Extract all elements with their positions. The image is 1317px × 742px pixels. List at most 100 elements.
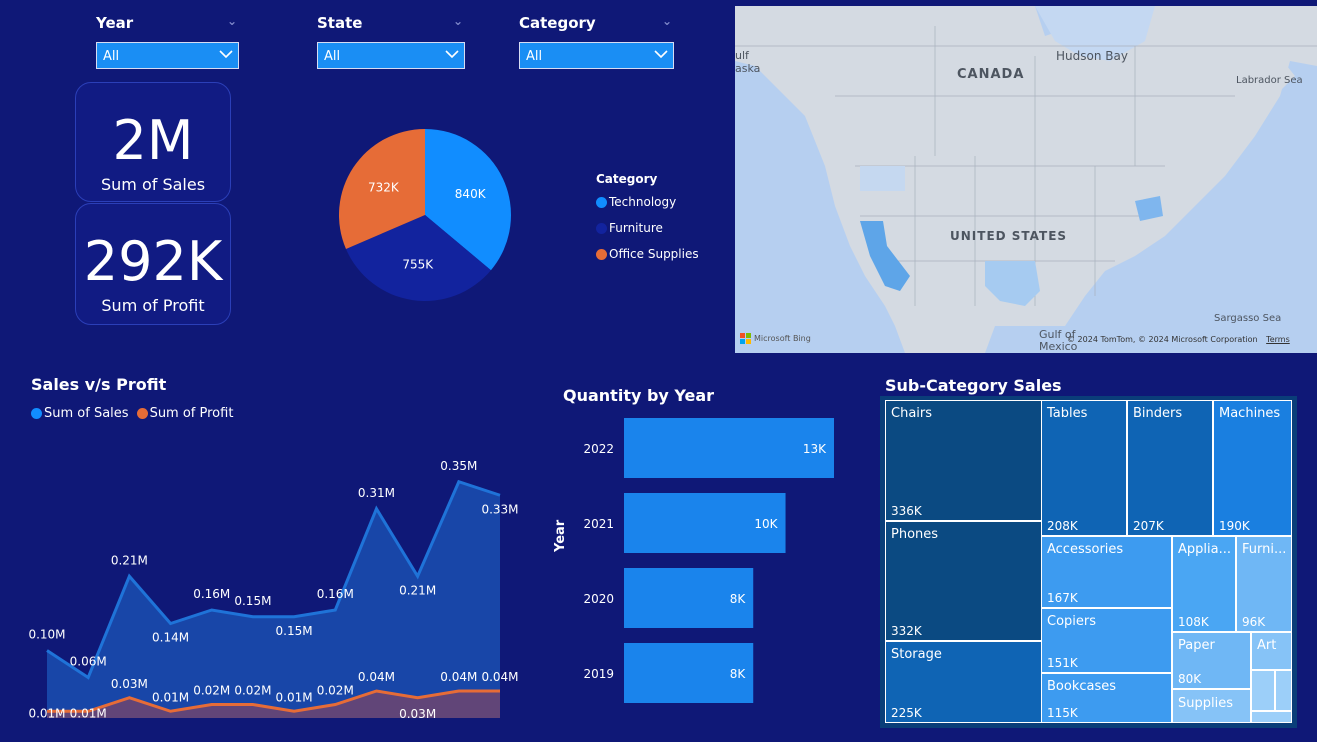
category-legend: Category Technology Furniture Office Sup…	[596, 172, 699, 261]
year-slicer[interactable]: Year ⌄ All	[96, 14, 239, 69]
tile-value: 167K	[1047, 591, 1078, 605]
category-dropdown[interactable]: All	[519, 42, 674, 69]
tile-supplies[interactable]: Supplies	[1172, 689, 1251, 723]
tile-name: Furni...	[1242, 542, 1287, 557]
bar-value-label: 10K	[754, 517, 778, 531]
sales-profit-legend: Sum of Sales Sum of Profit	[31, 406, 233, 421]
bing-logo-icon	[740, 333, 751, 344]
quantity-bar-chart[interactable]: 13K 2022 10K 2021 8K 2020 8K 2019	[580, 410, 870, 710]
tile-binders[interactable]: Binders 207K	[1127, 400, 1213, 536]
sales-data-label: 0.33M	[481, 502, 518, 516]
tile-value: 151K	[1047, 656, 1078, 670]
tile-name: Paper	[1178, 638, 1215, 653]
legend-label: Office Supplies	[609, 247, 699, 261]
profit-data-label: 0.04M	[481, 670, 518, 684]
legend-item-technology[interactable]: Technology	[596, 195, 699, 209]
profit-data-label: 0.02M	[317, 684, 354, 698]
tile-tables[interactable]: Tables 208K	[1041, 400, 1127, 536]
year-dropdown-value: All	[103, 49, 120, 64]
tile-storage[interactable]: Storage 225K	[885, 641, 1042, 723]
sales-data-label: 0.06M	[70, 655, 107, 669]
tile-phones[interactable]: Phones 332K	[885, 521, 1042, 641]
bing-logo: Microsoft Bing	[740, 333, 811, 344]
category-pie-chart[interactable]: 840K 755K 732K	[330, 120, 520, 310]
category-slicer[interactable]: Category ⌄ All	[519, 14, 674, 69]
profit-label: Sum of Profit	[101, 296, 205, 315]
tile-name: Storage	[891, 647, 942, 662]
pie-slice-label: 732K	[368, 181, 400, 195]
bar-category-label: 2022	[583, 442, 614, 456]
legend-profit-label[interactable]: Sum of Profit	[150, 406, 234, 421]
tile-bookcases[interactable]: Bookcases 115K	[1041, 673, 1172, 723]
bar-value-label: 13K	[803, 442, 827, 456]
tile-name: Accessories	[1047, 542, 1124, 557]
tile-name: Art	[1257, 638, 1277, 653]
tile-value: 336K	[891, 504, 922, 518]
map-label-sargasso: Sargasso Sea	[1214, 313, 1282, 324]
legend-item-furniture[interactable]: Furniture	[596, 221, 699, 235]
map-label-alaska2: aska	[735, 62, 761, 75]
copyright-text: © 2024 TomTom, © 2024 Microsoft Corporat…	[1067, 335, 1258, 344]
sales-profit-chart[interactable]: 0.10M 0.06M 0.21M 0.14M 0.16M 0.15M 0.15M 0.16M…	[0, 440, 540, 735]
sales-data-label: 0.15M	[276, 624, 313, 638]
legend-sales-label[interactable]: Sum of Sales	[44, 406, 129, 421]
sales-profit-title: Sales v/s Profit	[31, 375, 167, 394]
profit-data-label: 0.04M	[440, 670, 477, 684]
tile-name: Copiers	[1047, 614, 1097, 629]
chevron-down-icon: ⌄	[452, 14, 463, 28]
chevron-down-icon	[445, 50, 459, 59]
quantity-axis-label: Year	[553, 519, 568, 552]
tile-machines[interactable]: Machines 190K	[1213, 400, 1292, 536]
legend-marker	[31, 408, 42, 419]
sales-data-label: 0.31M	[358, 486, 395, 500]
chevron-down-icon	[654, 50, 668, 59]
tile-value: 207K	[1133, 519, 1164, 533]
tile-name: Binders	[1133, 406, 1183, 421]
tile-accessories[interactable]: Accessories 167K	[1041, 536, 1172, 608]
profit-data-label: 0.03M	[399, 707, 436, 721]
sales-map[interactable]: CANADA Hudson Bay Labrador Sea UNITED ST…	[735, 6, 1317, 353]
legend-marker	[596, 222, 607, 234]
tile-name: Supplies	[1178, 696, 1233, 711]
map-label-hudson: Hudson Bay	[1056, 49, 1128, 63]
state-dropdown[interactable]: All	[317, 42, 465, 69]
sales-card[interactable]: 2M Sum of Sales	[75, 82, 231, 202]
map-copyright: © 2024 TomTom, © 2024 Microsoft Corporat…	[1067, 335, 1290, 344]
legend-item-office-supplies[interactable]: Office Supplies	[596, 247, 699, 261]
chevron-down-icon: ⌄	[226, 14, 237, 28]
tile-name: Machines	[1219, 406, 1281, 421]
map-label-us: UNITED STATES	[950, 229, 1068, 243]
tile-appliances[interactable]: Applia... 108K	[1172, 536, 1236, 632]
subcategory-treemap[interactable]: Chairs 336K Phones 332K Storage 225K Tables…	[880, 396, 1297, 728]
tile-small-3[interactable]	[1251, 711, 1292, 723]
pie-slice-label: 755K	[402, 257, 434, 271]
profit-card[interactable]: 292K Sum of Profit	[75, 203, 231, 325]
profit-data-label: 0.03M	[111, 677, 148, 691]
tile-paper[interactable]: Paper 80K	[1172, 632, 1251, 689]
tile-furnishings[interactable]: Furni... 96K	[1236, 536, 1292, 632]
tile-value: 115K	[1047, 706, 1078, 720]
legend-title: Category	[596, 172, 658, 186]
chevron-down-icon	[219, 50, 233, 59]
profit-data-label: 0.01M	[276, 690, 313, 704]
terms-link[interactable]: Terms	[1266, 335, 1290, 344]
tile-copiers[interactable]: Copiers 151K	[1041, 608, 1172, 673]
tile-chairs[interactable]: Chairs 336K	[885, 400, 1042, 521]
state-slicer[interactable]: State ⌄ All	[317, 14, 465, 69]
tile-small-1[interactable]	[1251, 670, 1275, 711]
map-label-alaska1: ulf	[735, 49, 749, 62]
subcat-title: Sub-Category Sales	[885, 376, 1062, 395]
category-slicer-title: Category	[519, 14, 596, 32]
sales-data-label: 0.14M	[152, 631, 189, 645]
tile-small-2[interactable]	[1275, 670, 1292, 711]
tile-value: 190K	[1219, 519, 1250, 533]
map-background	[735, 6, 1317, 353]
sales-data-label: 0.21M	[111, 553, 148, 567]
sales-data-label: 0.35M	[440, 459, 477, 473]
sales-value: 2M	[112, 109, 194, 172]
tile-value: 96K	[1242, 615, 1266, 629]
bar-value-label: 8K	[730, 667, 747, 681]
legend-marker	[136, 408, 148, 419]
year-dropdown[interactable]: All	[96, 42, 239, 69]
tile-art[interactable]: Art	[1251, 632, 1292, 670]
